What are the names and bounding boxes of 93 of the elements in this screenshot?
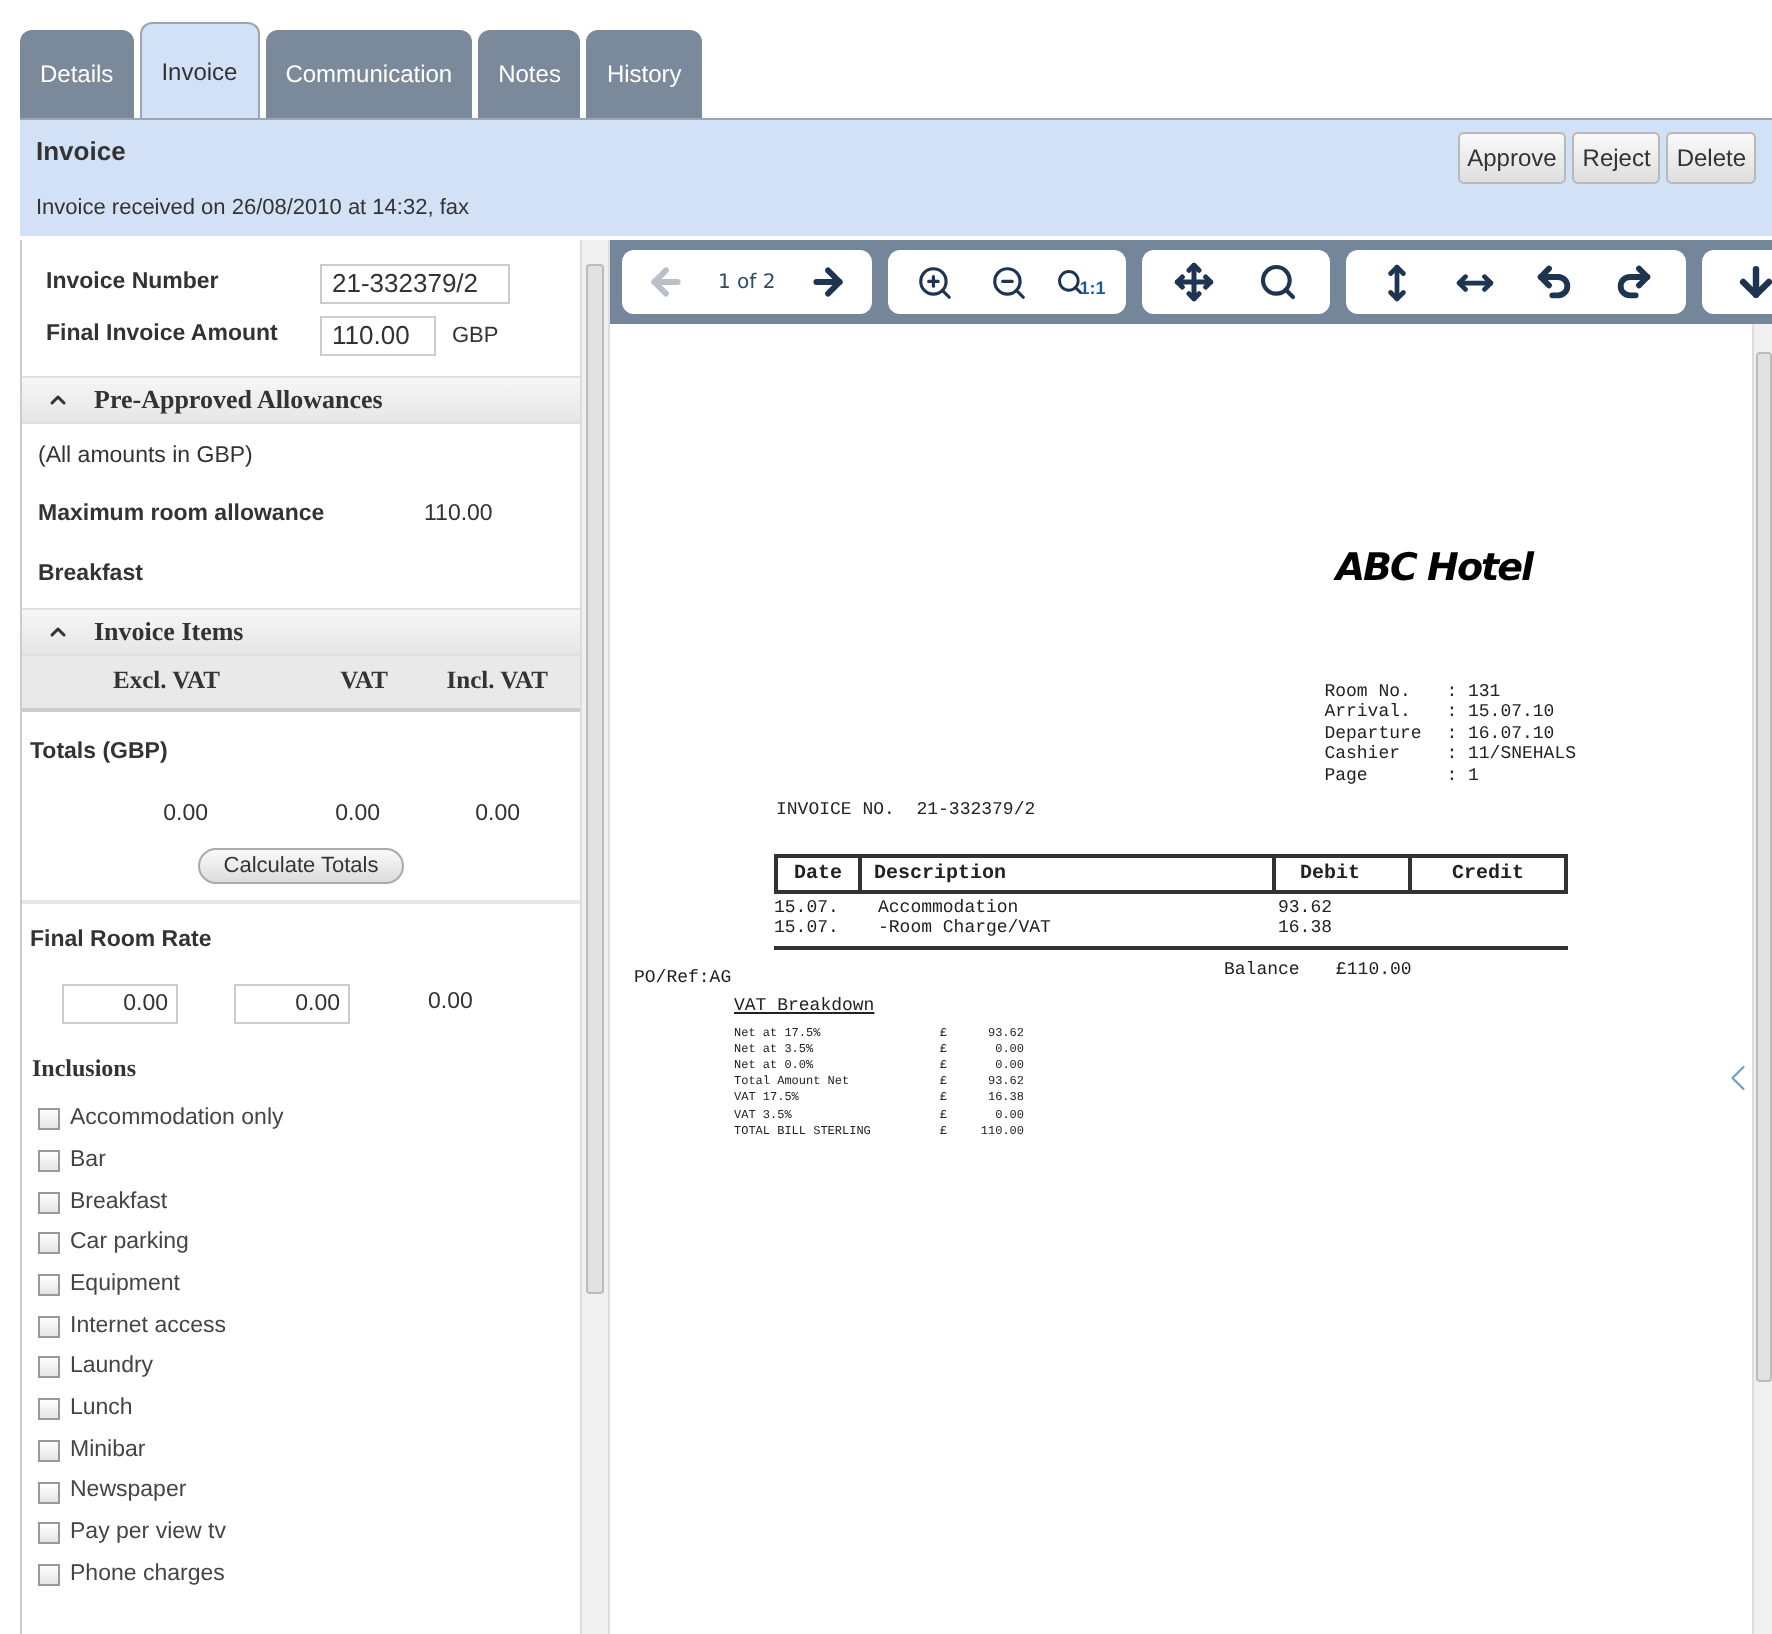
note-text: (All amounts in GBP) xyxy=(38,442,255,472)
hotel-name: ABC Hotel xyxy=(1335,544,1532,594)
tab[interactable]: Notes xyxy=(478,30,581,118)
checkbox[interactable] xyxy=(38,1439,60,1462)
checkbox[interactable] xyxy=(38,1522,60,1545)
info-value: : 1 xyxy=(1446,765,1479,786)
balance-label: Balance xyxy=(1224,957,1302,983)
scrollbar-thumb[interactable] xyxy=(1755,352,1771,1382)
po-reference: PO/Ref:AG xyxy=(634,965,734,991)
scrollbar[interactable] xyxy=(1752,324,1772,1634)
total-value: 0.00 xyxy=(473,800,520,830)
document-column-header: Description xyxy=(862,857,1276,889)
field-label: Invoice Number xyxy=(46,268,221,299)
action-button[interactable]: Reject xyxy=(1572,132,1661,184)
checkbox-label: Accommodation only xyxy=(70,1104,284,1135)
scrollbar[interactable] xyxy=(580,240,610,1634)
totals-label: Totals (GBP) xyxy=(28,737,170,768)
balance-value: £110.00 xyxy=(1336,957,1412,983)
tab[interactable]: Communication xyxy=(265,30,473,118)
invoice-number-text: INVOICE NO. 21-332379/2 xyxy=(776,798,1038,824)
info-label: Arrival. xyxy=(1324,702,1413,723)
allowance-label: Breakfast xyxy=(38,559,145,589)
currency-unit: GBP xyxy=(452,321,499,352)
rate-value: 0.00 xyxy=(428,987,473,1018)
checkbox-label: Pay per view tv xyxy=(70,1518,226,1549)
total-value: 0.00 xyxy=(333,800,380,830)
text-input[interactable]: 110.00 xyxy=(320,316,436,356)
page-indicator: 1 of 2 xyxy=(716,269,778,297)
actual-size-button[interactable]: 1:1 xyxy=(1055,256,1106,308)
section-title: Pre-Approved Allowances xyxy=(94,382,383,419)
checkbox-label: Car parking xyxy=(70,1228,189,1259)
document-column-header: Credit xyxy=(1449,861,1526,889)
info-label: Departure xyxy=(1324,723,1424,744)
allowance-value: 110.00 xyxy=(424,500,493,531)
column-header: VAT xyxy=(338,664,388,699)
document-column-header: Date xyxy=(778,857,862,889)
info-label: Cashier xyxy=(1324,744,1402,765)
document-cell: 16.38 xyxy=(1278,917,1333,937)
checkbox-label: Internet access xyxy=(70,1311,226,1342)
info-value: : 15.07.10 xyxy=(1446,702,1555,723)
document-cell-text: 15.07. xyxy=(774,917,841,937)
tab[interactable]: Details xyxy=(20,30,134,118)
document-cell: 93.62 xyxy=(1278,897,1333,917)
tab[interactable]: History xyxy=(586,30,702,118)
total-value: 0.00 xyxy=(161,800,208,830)
document-cell-text: -Room Charge/VAT xyxy=(878,917,1053,937)
field-label: Final Invoice Amount xyxy=(46,320,280,351)
scrollbar-thumb[interactable] xyxy=(586,264,604,1294)
document-column-header: Debit xyxy=(1276,857,1412,889)
section-header[interactable]: Pre-Approved Allowances xyxy=(22,376,580,424)
rate-input[interactable]: 0.00 xyxy=(62,983,178,1023)
allowance-label: Maximum room allowance xyxy=(38,500,327,531)
column-header: Incl. VAT xyxy=(444,664,548,699)
checkbox-label: Lunch xyxy=(70,1394,133,1425)
document-cell-text: Accommodation xyxy=(878,897,1021,917)
section-label: Final Room Rate xyxy=(28,926,214,957)
info-label: Room No. xyxy=(1324,681,1413,702)
tab[interactable]: Invoice xyxy=(139,22,260,118)
checkbox[interactable] xyxy=(38,1191,60,1214)
info-value: : 16.07.10 xyxy=(1446,723,1555,744)
column-header: Excl. VAT xyxy=(111,664,222,699)
info-label: Page xyxy=(1324,765,1370,786)
page-title: Invoice xyxy=(36,134,128,170)
checkbox[interactable] xyxy=(38,1150,60,1173)
section-header[interactable]: Invoice Items xyxy=(22,607,580,656)
document-cell-text: 15.07. xyxy=(774,897,841,917)
info-value: : 11/SNEHALS xyxy=(1446,744,1576,765)
checkbox-label: Phone charges xyxy=(70,1559,225,1590)
info-value: : 131 xyxy=(1446,681,1501,702)
section-label: Inclusions xyxy=(30,1051,139,1085)
action-button[interactable]: Approve xyxy=(1457,132,1567,184)
rate-input[interactable]: 0.00 xyxy=(234,983,350,1023)
checkbox[interactable] xyxy=(38,1274,60,1297)
magnifier-icon xyxy=(1055,268,1084,296)
text-input[interactable]: 21-332379/2 xyxy=(320,264,510,304)
vat-breakdown-title: VAT Breakdown xyxy=(734,994,877,1020)
section-title: Invoice Items xyxy=(94,614,244,650)
checkbox-label: Laundry xyxy=(70,1352,154,1383)
checkbox[interactable] xyxy=(38,1108,60,1131)
checkbox-label: Equipment xyxy=(70,1269,180,1300)
checkbox[interactable] xyxy=(38,1481,60,1504)
checkbox[interactable] xyxy=(38,1398,60,1421)
action-button[interactable]: Delete xyxy=(1666,132,1756,184)
calculate-totals-button[interactable]: Calculate Totals xyxy=(197,848,405,885)
checkbox[interactable] xyxy=(38,1563,60,1586)
checkbox-label: Minibar xyxy=(70,1435,146,1466)
received-text: Invoice received on 26/08/2010 at 14:32, fax xyxy=(36,193,469,223)
checkbox-label: Bar xyxy=(70,1145,106,1176)
checkbox-label: Newspaper xyxy=(70,1476,187,1507)
checkbox[interactable] xyxy=(38,1315,60,1338)
checkbox[interactable] xyxy=(38,1232,60,1255)
checkbox[interactable] xyxy=(38,1356,60,1379)
checkbox-label: Breakfast xyxy=(70,1187,168,1218)
